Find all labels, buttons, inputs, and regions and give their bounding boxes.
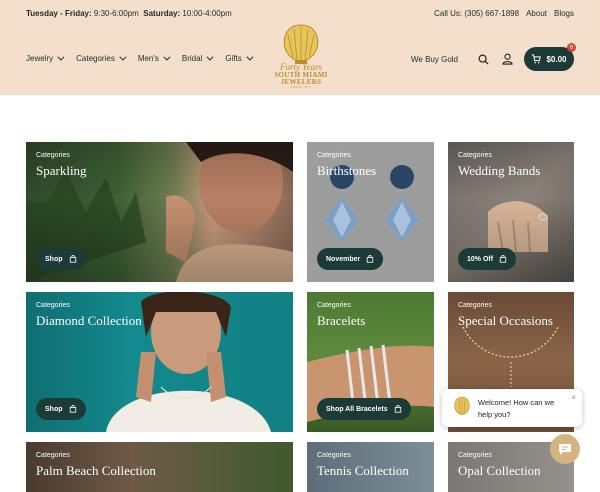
button-label: 10% Off [467, 255, 494, 263]
card-title: Birthstones [317, 163, 377, 178]
card-category-label: Categories [36, 152, 70, 159]
chat-bubble-icon [559, 443, 571, 455]
hours-weekday: 9:30-6:00pm [93, 8, 139, 18]
site-header: Tuesday - Friday: 9:30-6:00pm Saturday: … [0, 0, 600, 95]
call-us-link[interactable]: Call Us: (305) 667-1898 [434, 9, 519, 18]
user-account-icon[interactable] [500, 52, 514, 66]
card-category-label: Categories [317, 302, 351, 309]
nav-item-bridal[interactable]: Bridal [181, 53, 214, 63]
logo-text: Forty Years SOUTH MIAMI JEWELERS SINCE 1… [268, 63, 334, 89]
site-logo[interactable]: Forty Years SOUTH MIAMI JEWELERS SINCE 1… [268, 22, 334, 92]
shopping-bag-icon [394, 405, 401, 413]
chat-message: Welcome! How can we help you? [478, 398, 555, 419]
category-card-palm-beach-collection[interactable]: Categories Palm Beach Collection [26, 442, 293, 492]
discount-button[interactable]: 10% Off [458, 248, 517, 270]
nav-label: Men's [137, 54, 159, 63]
blogs-link[interactable]: Blogs [554, 9, 574, 18]
button-label: Shop [45, 405, 63, 413]
chat-greeting-bubble[interactable]: Welcome! How can we help you? × [442, 389, 582, 427]
cart-icon [532, 54, 542, 64]
cart-count-badge: 0 [567, 43, 576, 52]
category-card-sparkling[interactable]: Categories Sparkling Shop [26, 142, 293, 282]
chevron-down-icon [163, 53, 171, 61]
card-category-label: Categories [36, 452, 70, 459]
we-buy-gold-link[interactable]: We Buy Gold [411, 55, 458, 64]
chat-launcher-button[interactable] [550, 434, 580, 464]
category-card-wedding-bands[interactable]: Categories Wedding Bands 10% Off [448, 142, 574, 282]
nav-item-categories[interactable]: Categories [76, 53, 127, 63]
nav-label: Gifts [225, 54, 242, 63]
category-card-tennis-collection[interactable]: Categories Tennis Collection [307, 442, 434, 492]
button-label: Shop [45, 255, 63, 263]
card-category-label: Categories [36, 302, 70, 309]
card-title: Wedding Bands [458, 163, 541, 178]
card-category-label: Categories [458, 452, 492, 459]
hours-saturday: 10:00-4:00pm [182, 8, 232, 18]
search-icon[interactable] [476, 52, 490, 66]
shop-button[interactable]: Shop [36, 248, 86, 270]
shopping-bag-icon [69, 405, 76, 413]
category-card-diamond-collection[interactable]: Categories Diamond Collection Shop [26, 292, 293, 432]
logo-since: SINCE 1977 [290, 85, 312, 89]
shop-all-bracelets-button[interactable]: Shop All Bracelets [317, 398, 411, 420]
main-nav: Jewelry Categories Men's Bridal Gifts [26, 53, 254, 63]
shell-logo-icon [283, 24, 319, 64]
card-title: Special Occasions [458, 313, 553, 328]
card-category-label: Categories [317, 152, 351, 159]
nav-label: Jewelry [26, 54, 54, 63]
button-label: Shop All Bracelets [326, 405, 388, 413]
card-title: Palm Beach Collection [36, 463, 156, 478]
shopping-bag-icon [367, 255, 374, 263]
close-icon[interactable]: × [571, 393, 576, 402]
card-category-label: Categories [458, 152, 492, 159]
nav-item-mens[interactable]: Men's [137, 53, 171, 63]
card-category-label: Categories [317, 452, 351, 459]
card-title: Sparkling [36, 163, 87, 178]
hours-saturday-label: Saturday: [143, 8, 181, 18]
store-hours: Tuesday - Friday: 9:30-6:00pm Saturday: … [26, 9, 232, 18]
hours-weekday-label: Tuesday - Friday: [26, 8, 92, 18]
nav-label: Categories [76, 54, 115, 63]
card-title: Diamond Collection [36, 313, 142, 328]
card-title: Opal Collection [458, 463, 541, 478]
shell-logo-icon [454, 396, 470, 416]
chevron-down-icon [246, 53, 254, 61]
category-card-birthstones[interactable]: Categories Birthstones November [307, 142, 434, 282]
chevron-down-icon [119, 53, 127, 61]
card-title: Tennis Collection [317, 463, 409, 478]
nav-item-gifts[interactable]: Gifts [225, 53, 254, 63]
shop-button[interactable]: Shop [36, 398, 86, 420]
chevron-down-icon [57, 53, 65, 61]
card-category-label: Categories [458, 302, 492, 309]
chevron-down-icon [206, 53, 214, 61]
top-bar: Tuesday - Friday: 9:30-6:00pm Saturday: … [26, 7, 574, 19]
shopping-bag-icon [499, 255, 507, 263]
cart-button[interactable]: $0.00 0 [524, 43, 576, 71]
header-actions: We Buy Gold $0.00 0 [411, 43, 576, 71]
november-button[interactable]: November [317, 248, 384, 270]
nav-item-jewelry[interactable]: Jewelry [26, 53, 65, 63]
nav-label: Bridal [181, 54, 203, 63]
about-link[interactable]: About [526, 9, 547, 18]
button-label: November [326, 255, 361, 263]
card-title: Bracelets [317, 313, 366, 328]
shopping-bag-icon [69, 255, 76, 263]
category-card-bracelets[interactable]: Categories Bracelets Shop All Bracelets [307, 292, 434, 432]
cart-total: $0.00 [546, 54, 567, 64]
